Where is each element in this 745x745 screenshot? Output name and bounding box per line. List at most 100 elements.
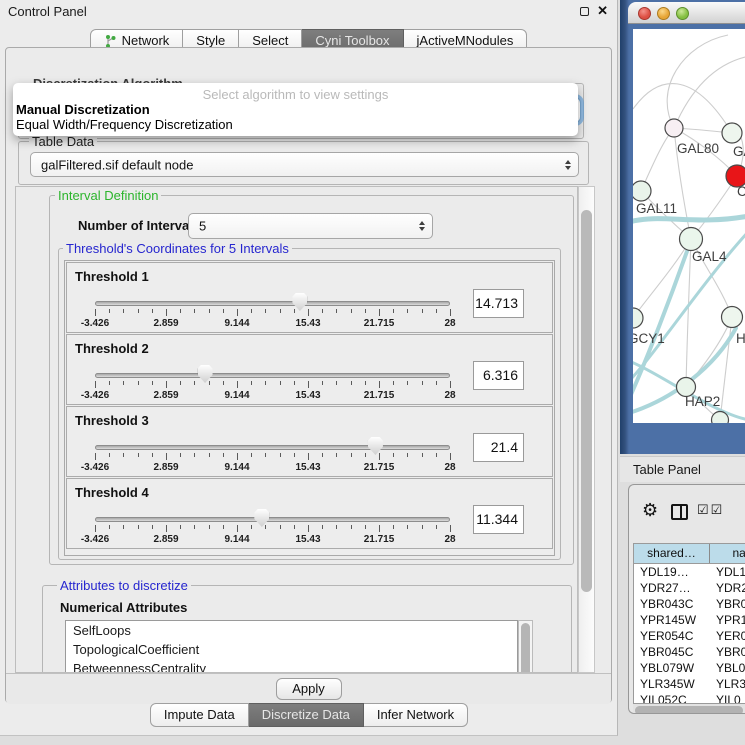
table-cell[interactable]: YDR2 [710, 580, 745, 596]
split-columns-icon[interactable] [671, 504, 688, 520]
scale-tick-label: 15.43 [295, 534, 320, 545]
table-cell[interactable]: YDL19… [634, 564, 710, 580]
column-header-shared-name[interactable]: shared… [634, 544, 710, 563]
main-scrollbar[interactable] [578, 186, 595, 673]
interval-definition-group: Interval Definition Number of Intervals … [49, 195, 574, 565]
close-window-icon[interactable] [638, 7, 651, 20]
table-cell[interactable]: YPR1 [710, 612, 745, 628]
scale-tick-label: 9.144 [224, 462, 249, 473]
thresholds-group: Threshold's Coordinates for 5 Intervals … [58, 248, 561, 560]
table-cell[interactable]: YER054C [634, 628, 710, 644]
table-cell[interactable]: YLR3 [710, 676, 745, 692]
threshold-value-field[interactable]: 6.316 [473, 361, 524, 390]
network-node[interactable] [633, 181, 651, 201]
select-columns-icons[interactable]: ☑☑ [697, 502, 724, 518]
attribute-list-item[interactable]: SelfLoops [66, 621, 517, 640]
table-row[interactable]: YPR145WYPR1 [634, 612, 745, 628]
zoom-window-icon[interactable] [676, 7, 689, 20]
apply-button[interactable]: Apply [276, 678, 342, 700]
network-node[interactable] [712, 412, 729, 424]
network-window-titlebar[interactable] [628, 2, 745, 24]
table-cell[interactable]: YBR043C [634, 596, 710, 612]
table-row[interactable]: YDL19…YDL1 [634, 564, 745, 580]
threshold-slider-track[interactable] [95, 301, 450, 306]
table-cell[interactable]: YPR145W [634, 612, 710, 628]
group-title: Threshold's Coordinates for 5 Intervals [63, 241, 292, 256]
threshold-value-field[interactable]: 14.713 [473, 289, 524, 318]
table-cell[interactable]: YBR0 [710, 596, 745, 612]
network-nodes[interactable] [633, 119, 745, 423]
scale-tick-label: -3.426 [81, 318, 109, 329]
apply-row: Apply [6, 673, 611, 704]
table-row[interactable]: YIL052CYIL0 [634, 692, 745, 704]
threshold-value-field[interactable]: 11.344 [473, 505, 524, 534]
popup-option-equal-width-frequency[interactable]: Equal Width/Frequency Discretization [16, 117, 233, 132]
gear-icon[interactable]: ⚙ [642, 500, 658, 521]
scrollbar-thumb[interactable] [521, 623, 530, 673]
table-row[interactable]: YLR345WYLR3 [634, 676, 745, 692]
table-cell[interactable]: YER0 [710, 628, 745, 644]
network-canvas[interactable]: GAL80GACGAL11GAL4GCY1HHAP2 [633, 29, 745, 423]
table-rows: YDL19…YDL1YDR27…YDR2YBR043CYBR0YPR145WYP… [634, 564, 745, 704]
scale-tick-label: 28 [444, 462, 455, 473]
scale-tick-label: 28 [444, 318, 455, 329]
table-row[interactable]: YDR27…YDR2 [634, 580, 745, 596]
node-attribute-table[interactable]: shared… name YDL19…YDL1YDR27…YDR2YBR043C… [633, 543, 745, 704]
number-of-intervals-combobox[interactable]: 5 [188, 213, 433, 239]
scale-tick-label: 9.144 [224, 318, 249, 329]
tab-label: Impute Data [164, 704, 235, 726]
tab-infer-network[interactable]: Infer Network [364, 703, 468, 727]
threshold-slider-track[interactable] [95, 445, 450, 450]
table-cell[interactable]: YIL0 [710, 692, 745, 704]
table-row[interactable]: YBL079WYBL0 [634, 660, 745, 676]
table-cell[interactable]: YBL0 [710, 660, 745, 676]
threshold-list: Threshold 1-3.4262.8599.14415.4321.71528… [64, 260, 555, 556]
network-node[interactable] [633, 308, 643, 328]
network-node[interactable] [665, 119, 683, 137]
number-of-intervals-label: Number of Intervals [78, 218, 200, 233]
threshold-slider-track[interactable] [95, 373, 450, 378]
network-node[interactable] [722, 123, 742, 143]
attributes-scrollbar[interactable] [518, 620, 533, 673]
table-row[interactable]: YBR045CYBR0 [634, 644, 745, 660]
tab-discretize-data[interactable]: Discretize Data [249, 703, 364, 727]
scale-tick-label: 21.715 [364, 534, 395, 545]
attribute-list-item[interactable]: BetweennessCentrality [66, 659, 517, 673]
table-cell[interactable]: YBR045C [634, 644, 710, 660]
algorithm-dropdown-popup: Select algorithm to view settings Manual… [13, 83, 578, 136]
scrollbar-thumb[interactable] [581, 210, 592, 592]
attributes-listbox: SelfLoopsTopologicalCoefficientBetweenne… [65, 620, 518, 673]
table-cell[interactable]: YBL079W [634, 660, 710, 676]
scale-tick-label: -3.426 [81, 534, 109, 545]
scrollbar-thumb[interactable] [635, 706, 743, 715]
table-row[interactable]: YBR043CYBR0 [634, 596, 745, 612]
table-data-combobox[interactable]: galFiltered.sif default node [30, 152, 579, 177]
float-panel-icon[interactable] [580, 7, 589, 16]
table-row[interactable]: YER054CYER0 [634, 628, 745, 644]
table-cell[interactable]: YLR345W [634, 676, 710, 692]
attributes-group: Attributes to discretize Numerical Attri… [42, 585, 572, 673]
threshold-slider-track[interactable] [95, 517, 450, 522]
table-cell[interactable]: YBR0 [710, 644, 745, 660]
table-cell[interactable]: YDR27… [634, 580, 710, 596]
network-view-window: GAL80GACGAL11GAL4GCY1HHAP2 [620, 0, 745, 454]
table-panel-window: ⚙ ☑☑ shared… name YDL19…YDL1YDR27…YDR2YB… [628, 484, 745, 714]
network-node[interactable] [722, 307, 743, 328]
column-header-name[interactable]: name [710, 544, 745, 563]
scale-tick-label: 28 [444, 534, 455, 545]
network-node[interactable] [680, 228, 703, 251]
control-panel: Control Panel ✕ Network Style Select Cyn… [0, 0, 618, 736]
table-cell[interactable]: YDL1 [710, 564, 745, 580]
table-cell[interactable]: YIL052C [634, 692, 710, 704]
popup-option-manual-discretization[interactable]: Manual Discretization [16, 102, 150, 117]
network-icon [104, 34, 117, 48]
close-panel-icon[interactable]: ✕ [597, 3, 608, 19]
cyni-panel-body: Discretization Algorithm Table Data galF… [5, 47, 612, 703]
threshold-value-field[interactable]: 21.4 [473, 433, 524, 462]
attribute-list-item[interactable]: TopologicalCoefficient [66, 640, 517, 659]
scale-tick-label: -3.426 [81, 390, 109, 401]
tab-impute-data[interactable]: Impute Data [150, 703, 249, 727]
node-label: GCY1 [633, 331, 665, 346]
table-horizontal-scrollbar[interactable] [633, 704, 745, 714]
minimize-window-icon[interactable] [657, 7, 670, 20]
